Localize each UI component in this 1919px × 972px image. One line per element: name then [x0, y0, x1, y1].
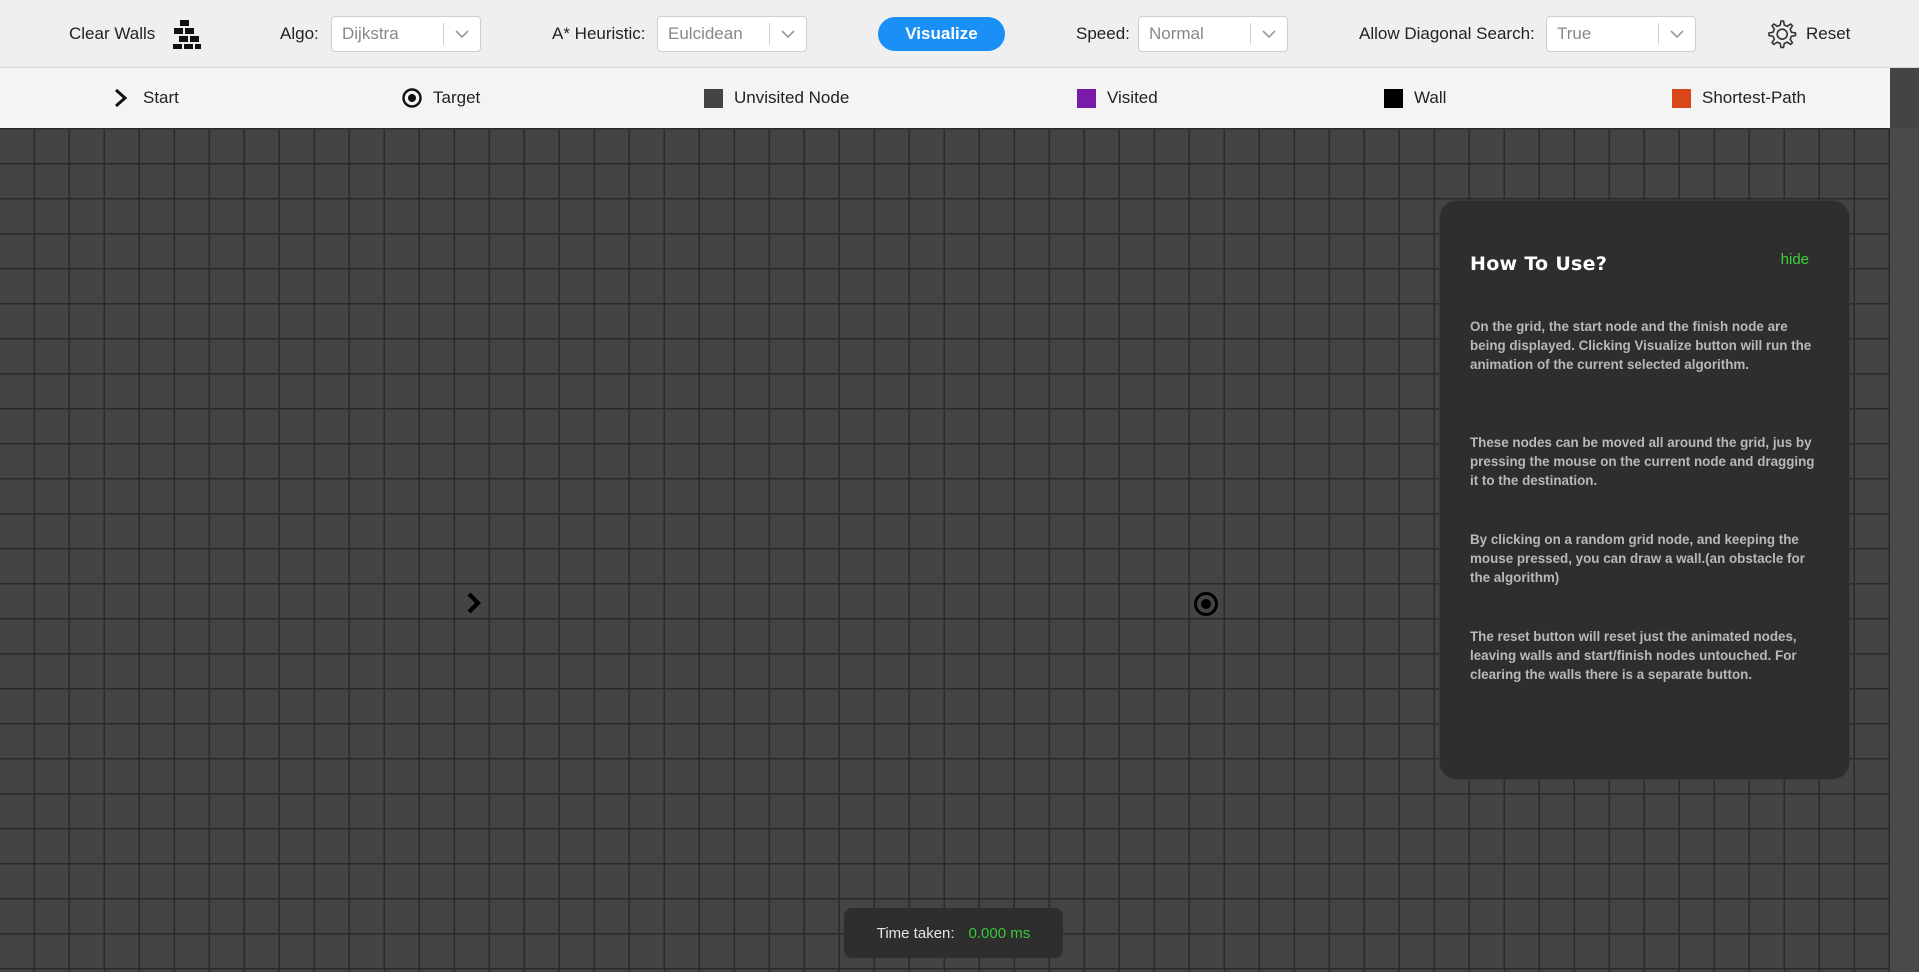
clear-walls-button[interactable]: Clear Walls	[69, 0, 202, 68]
time-taken-value: 0.000 ms	[968, 924, 1031, 942]
panel-title: How To Use?	[1470, 253, 1608, 275]
algo-select[interactable]: Dijkstra	[331, 16, 481, 52]
wall-swatch	[1384, 88, 1403, 108]
legend-wall-label: Wall	[1414, 88, 1447, 107]
chevron-down-icon	[1251, 29, 1287, 39]
diagonal-select-value: True	[1557, 24, 1592, 43]
legend-shortest-label: Shortest-Path	[1702, 88, 1806, 107]
reset-button[interactable]: Reset	[1765, 0, 1850, 68]
how-to-use-panel: How To Use? hide On the grid, the start …	[1439, 200, 1850, 780]
panel-paragraph: The reset button will reset just the ani…	[1470, 629, 1797, 682]
legend-wall: Wall	[1384, 68, 1446, 128]
diagonal-select[interactable]: True	[1546, 16, 1696, 52]
algo-select-value: Dijkstra	[342, 24, 399, 43]
visualize-button[interactable]: Visualize	[878, 17, 1005, 51]
heuristic-select[interactable]: Eulcidean	[657, 16, 807, 52]
chevron-down-icon	[770, 29, 806, 39]
legend-target-label: Target	[433, 88, 481, 107]
legend-start: Start	[113, 68, 179, 128]
chevron-down-icon	[1659, 29, 1695, 39]
legend-shortest-path: Shortest-Path	[1672, 68, 1806, 128]
legend-target: Target	[401, 68, 480, 128]
panel-paragraph: On the grid, the start node and the fini…	[1470, 319, 1812, 372]
time-taken-box: Time taken: 0.000 ms	[844, 908, 1063, 958]
start-node-icon[interactable]	[463, 588, 487, 618]
algo-label: Algo:	[280, 24, 319, 43]
heuristic-label: A* Heuristic:	[552, 24, 646, 43]
speed-label: Speed:	[1076, 24, 1130, 43]
hide-panel-button[interactable]: hide	[1781, 251, 1809, 268]
scrollbar[interactable]	[1890, 128, 1919, 972]
legend-unvisited: Unvisited Node	[704, 68, 849, 128]
chevron-down-icon	[444, 29, 480, 39]
speed-select-value: Normal	[1149, 24, 1204, 43]
target-icon	[402, 88, 422, 108]
legend-visited: Visited	[1077, 68, 1158, 128]
legend-bar: Start Target Unvisited Node Visited Wall…	[0, 68, 1890, 128]
time-taken-label: Time taken:	[876, 924, 955, 942]
gear-icon	[1768, 20, 1797, 49]
reset-label: Reset	[1806, 24, 1851, 43]
legend-visited-label: Visited	[1107, 88, 1158, 107]
legend-start-label: Start	[143, 88, 179, 107]
toolbar: Clear Walls Algo: Dijkstra A* Heuristic:…	[0, 0, 1919, 68]
unvisited-swatch	[704, 88, 723, 108]
panel-paragraph: These nodes can be moved all around the …	[1470, 435, 1815, 488]
clear-walls-label: Clear Walls	[69, 24, 156, 43]
visited-swatch	[1077, 88, 1096, 108]
shortest-path-swatch	[1672, 88, 1691, 108]
target-node-icon[interactable]	[1193, 591, 1219, 617]
heuristic-select-value: Eulcidean	[668, 24, 743, 43]
brick-wall-icon	[173, 20, 202, 49]
speed-select[interactable]: Normal	[1138, 16, 1288, 52]
legend-unvisited-label: Unvisited Node	[734, 88, 850, 107]
diagonal-label: Allow Diagonal Search:	[1359, 24, 1535, 43]
panel-paragraph: By clicking on a random grid node, and k…	[1470, 532, 1805, 585]
chevron-right-icon	[115, 88, 128, 108]
